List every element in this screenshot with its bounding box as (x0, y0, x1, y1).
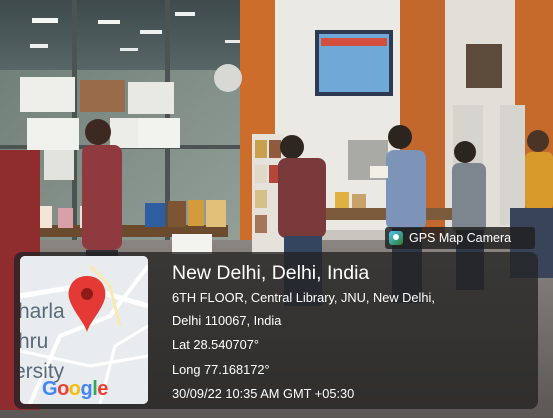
gps-camera-logo-icon (389, 231, 403, 245)
gps-map-camera-badge: GPS Map Camera (385, 227, 535, 249)
timestamp-text: 30/09/22 10:35 AM GMT +05:30 (172, 386, 355, 401)
location-title: New Delhi, Delhi, India (172, 262, 370, 284)
map-thumbnail: harla hru ersity Google (20, 256, 148, 404)
map-label-fragment: harla (20, 300, 65, 323)
longitude-text: Long 77.168172° (172, 362, 270, 377)
map-label-fragment: hru (20, 330, 49, 353)
address-line-1: 6TH FLOOR, Central Library, JNU, New Del… (172, 290, 435, 305)
address-line-2: Delhi 110067, India (172, 313, 282, 328)
google-logo: Google (42, 378, 108, 400)
gps-badge-label: GPS Map Camera (409, 231, 512, 245)
latitude-text: Lat 28.540707° (172, 337, 259, 352)
photo: GPS Map Camera harla hru ersity Google N… (0, 0, 553, 418)
